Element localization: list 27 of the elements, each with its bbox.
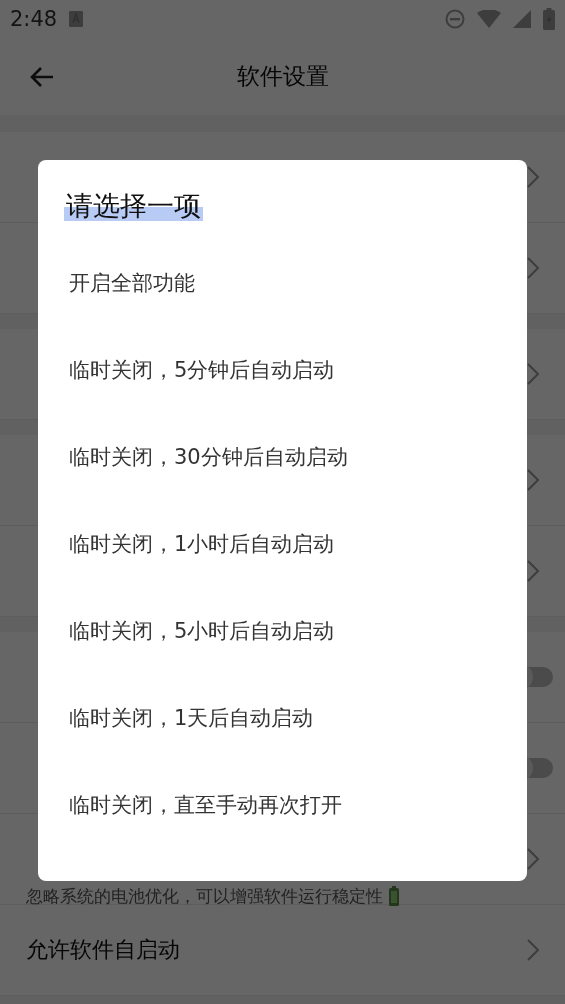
setting-title: 允许软件自启动 xyxy=(26,936,181,964)
chevron-right-icon xyxy=(527,848,539,870)
chevron-right-icon xyxy=(527,939,539,961)
settings-row[interactable]: 允许软件自启动 xyxy=(0,905,565,996)
signal-icon xyxy=(513,10,531,28)
dialog-option[interactable]: 临时关闭，1天后自动启动 xyxy=(38,674,527,762)
status-time: 2:48 xyxy=(10,7,58,31)
chevron-right-icon xyxy=(527,257,539,279)
dialog-option[interactable]: 临时关闭，5分钟后自动启动 xyxy=(38,326,527,414)
do-not-disturb-icon xyxy=(445,9,465,29)
battery-icon xyxy=(389,886,399,906)
setting-description: 忽略系统的电池优化，可以增强软件运行稳定性 xyxy=(26,884,383,908)
page-title: 软件设置 xyxy=(236,62,329,91)
dialog-option[interactable]: 临时关闭，30分钟后自动启动 xyxy=(38,413,527,501)
keyboard-icon xyxy=(69,11,84,27)
battery-icon xyxy=(543,8,555,30)
dialog-title: 请选择一项 xyxy=(64,190,203,221)
back-arrow-icon[interactable] xyxy=(30,65,54,88)
dialog-option[interactable]: 开启全部功能 xyxy=(38,239,527,327)
wifi-icon xyxy=(477,10,501,28)
chevron-right-icon xyxy=(527,166,539,188)
dialog-option[interactable]: 临时关闭，5小时后自动启动 xyxy=(38,587,527,675)
dialog-option[interactable]: 临时关闭，直至手动再次打开 xyxy=(38,761,527,849)
dialog-option[interactable]: 临时关闭，1小时后自动启动 xyxy=(38,500,527,588)
chevron-right-icon xyxy=(527,469,539,491)
chevron-right-icon xyxy=(527,363,539,385)
chevron-right-icon xyxy=(527,560,539,582)
